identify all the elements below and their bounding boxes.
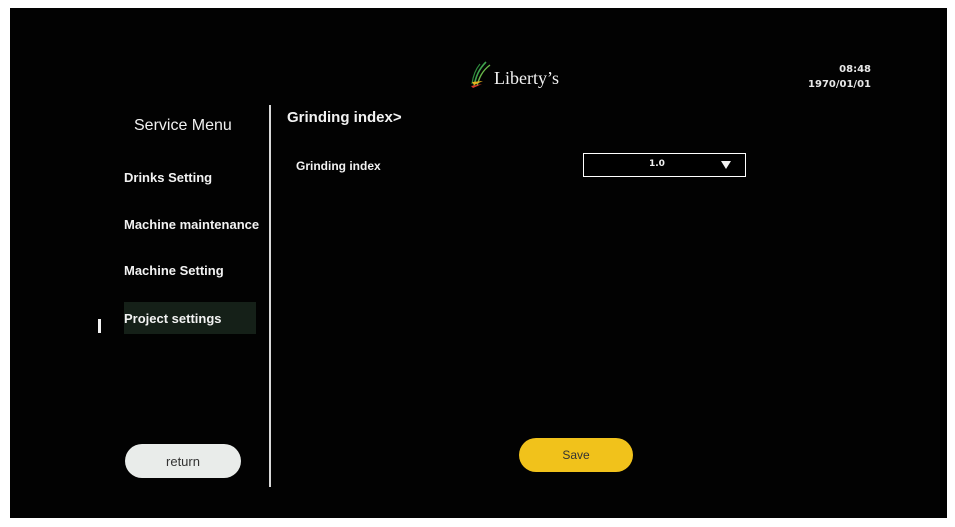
- clock-date: 1970/01/01: [808, 79, 871, 90]
- logo-text: Liberty’s: [494, 68, 559, 88]
- grinding-index-value: 1.0: [649, 159, 665, 169]
- sidebar-divider: [269, 105, 271, 487]
- clock: 08:48 1970/01/01: [808, 62, 871, 92]
- grinding-index-label: Grinding index: [296, 159, 381, 173]
- sidebar-item-drinks-setting[interactable]: Drinks Setting: [124, 161, 212, 193]
- active-item-marker: [98, 319, 101, 333]
- sidebar-title: Service Menu: [134, 117, 232, 134]
- caret-down-icon: [721, 161, 731, 169]
- service-screen: Liberty’s 08:48 1970/01/01 Service Menu …: [10, 8, 947, 518]
- page-title: Grinding index>: [287, 109, 402, 126]
- save-button[interactable]: Save: [519, 438, 633, 472]
- sidebar-item-machine-maintenance[interactable]: Machine maintenance: [124, 208, 259, 240]
- grinding-index-select[interactable]: 1.0: [583, 153, 746, 177]
- leaf-logo-icon: [471, 61, 491, 88]
- sidebar-item-label: Project settings: [124, 310, 222, 326]
- return-button[interactable]: return: [125, 444, 241, 478]
- sidebar-item-machine-setting[interactable]: Machine Setting: [124, 254, 224, 286]
- sidebar-item-label: Drinks Setting: [124, 169, 213, 185]
- brand-logo: Liberty’s: [470, 60, 559, 88]
- clock-time: 08:48: [839, 64, 871, 75]
- sidebar-item-label: Machine Setting: [124, 262, 224, 278]
- sidebar-item-label: Machine maintenance: [124, 216, 260, 232]
- sidebar-item-project-settings[interactable]: Project settings: [124, 302, 256, 334]
